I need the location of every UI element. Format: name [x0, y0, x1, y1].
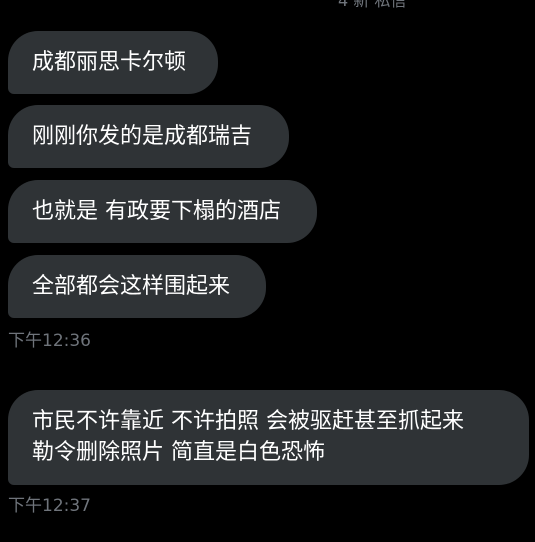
message-text: 刚刚你发的是成都瑞吉	[32, 124, 253, 149]
message-timestamp: 下午12:37	[8, 496, 91, 516]
message-text: 全部都会这样围起来	[32, 274, 231, 299]
message-bubble[interactable]: 也就是 有政要下榻的酒店	[8, 180, 317, 243]
message-bubble[interactable]: 全部都会这样围起来	[8, 255, 266, 318]
message-text-line: 市民不许靠近 不许拍照 会被驱赶甚至抓起来	[32, 409, 464, 434]
message-text: 也就是 有政要下榻的酒店	[32, 199, 281, 224]
message-timestamp: 下午12:36	[8, 331, 91, 351]
message-text: 成都丽思卡尔顿	[32, 50, 187, 75]
message-bubble[interactable]: 刚刚你发的是成都瑞吉	[8, 105, 289, 168]
message-bubble[interactable]: 市民不许靠近 不许拍照 会被驱赶甚至抓起来 勒令删除照片 简直是白色恐怖	[8, 390, 529, 485]
message-bubble[interactable]: 成都丽思卡尔顿	[8, 31, 218, 94]
unread-messages-indicator[interactable]: 4 新 私信	[338, 0, 406, 10]
dm-conversation: 4 新 私信 成都丽思卡尔顿 刚刚你发的是成都瑞吉 也就是 有政要下榻的酒店 全…	[0, 0, 535, 542]
message-text-line: 勒令删除照片 简直是白色恐怖	[32, 440, 325, 465]
